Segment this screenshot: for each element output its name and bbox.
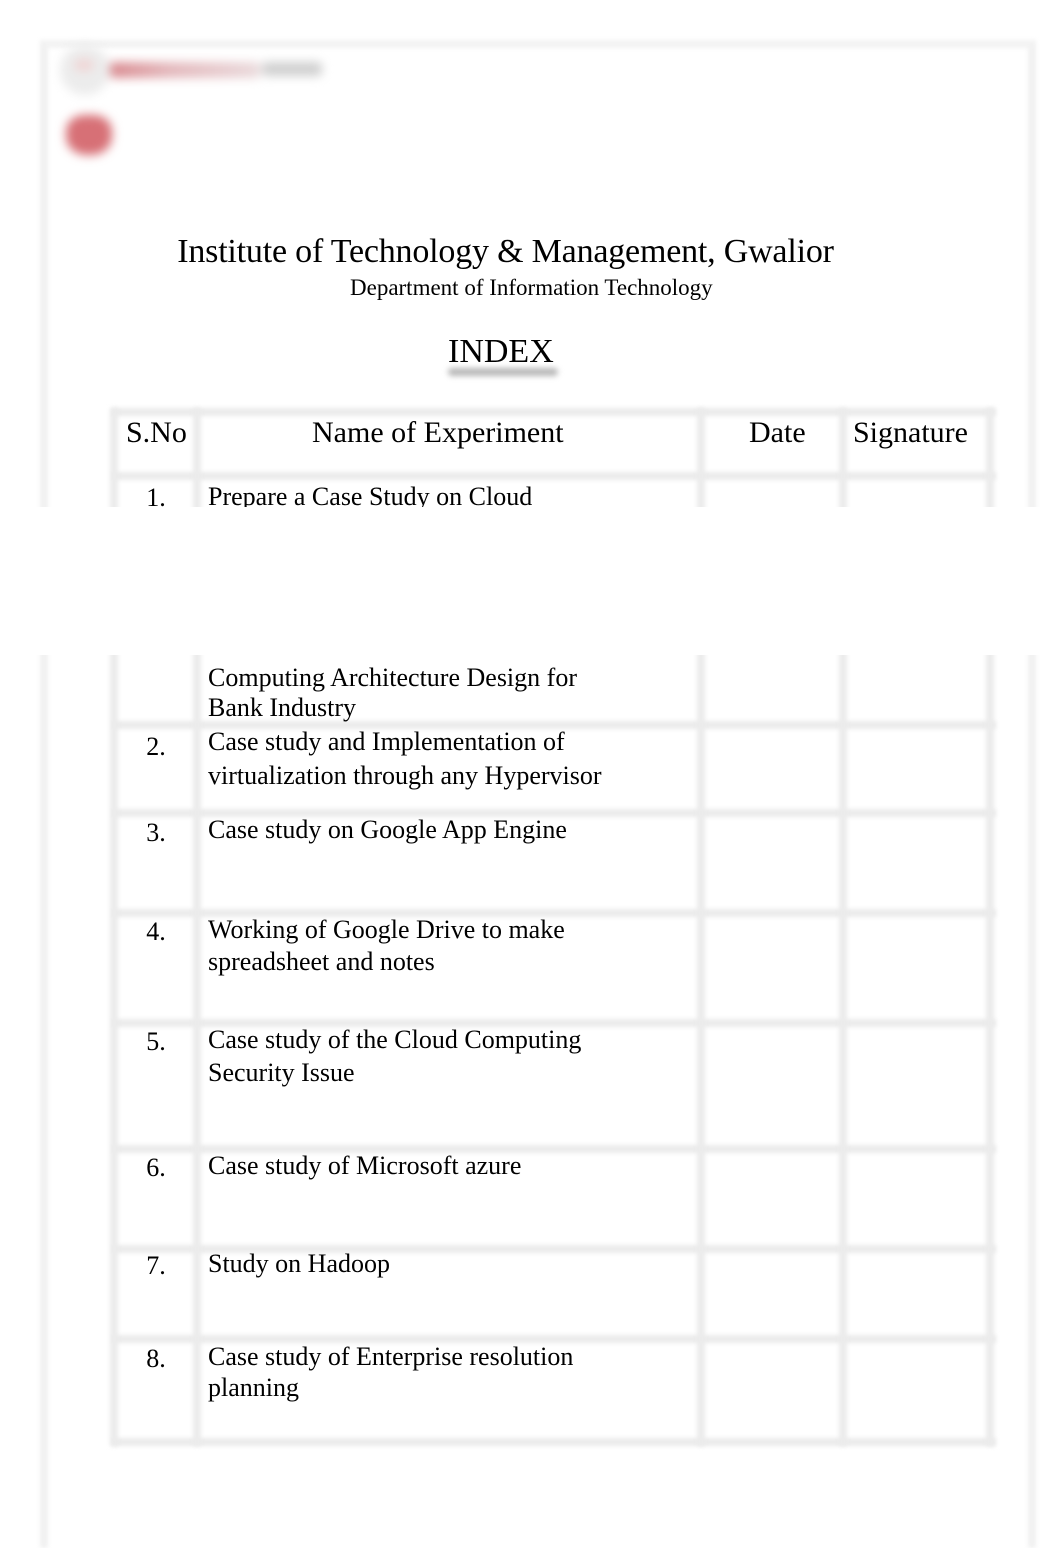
row-sno: 4. [146, 917, 166, 946]
logo-emblem-icon [66, 115, 112, 155]
row-sno: 8. [146, 1344, 166, 1373]
header-experiment-name: Name of Experiment [312, 416, 564, 449]
row-sno: 5. [146, 1027, 166, 1056]
header-sno: S.No [126, 416, 187, 449]
row-experiment-name-cont: virtualization through any Hypervisor [208, 761, 602, 790]
header-date: Date [749, 416, 806, 449]
row-experiment-name: Case study of the Cloud Computing [208, 1025, 582, 1054]
row-experiment-name: Working of Google Drive to make [208, 915, 565, 944]
department-name: Department of Information Technology [350, 275, 713, 300]
row-experiment-name-cont: Bank Industry [208, 693, 357, 722]
logo-tagline [262, 62, 322, 76]
header-signature: Signature [853, 416, 968, 449]
row-sno: 2. [146, 732, 166, 761]
row-experiment-name: Case study of Enterprise resolution [208, 1342, 574, 1371]
row-experiment-name-cont: Security Issue [208, 1058, 355, 1087]
row-experiment-name: Case study on Google App Engine [208, 815, 567, 844]
table-border-bottom [112, 1438, 996, 1446]
logo-wordmark [110, 62, 260, 78]
row-experiment-name: Case study and Implementation of [208, 727, 565, 756]
row-sno: 6. [146, 1153, 166, 1182]
row-sno: 7. [146, 1251, 166, 1280]
page-gap [0, 507, 1062, 655]
row-experiment-name: Study on Hadoop [208, 1249, 390, 1278]
row-experiment-name-cont: spreadsheet and notes [208, 947, 435, 976]
institute-name: Institute of Technology & Management, Gw… [177, 233, 834, 270]
row-experiment-name-cont: planning [208, 1373, 299, 1402]
logo-seal-icon [60, 45, 110, 95]
index-heading: INDEX [448, 333, 554, 370]
table-row-divider [112, 472, 996, 480]
row-sno: 3. [146, 818, 166, 847]
row-experiment-name-cont: Computing Architecture Design for [208, 663, 577, 692]
row-experiment-name: Case study of Microsoft azure [208, 1151, 522, 1180]
institute-logo [50, 40, 330, 170]
